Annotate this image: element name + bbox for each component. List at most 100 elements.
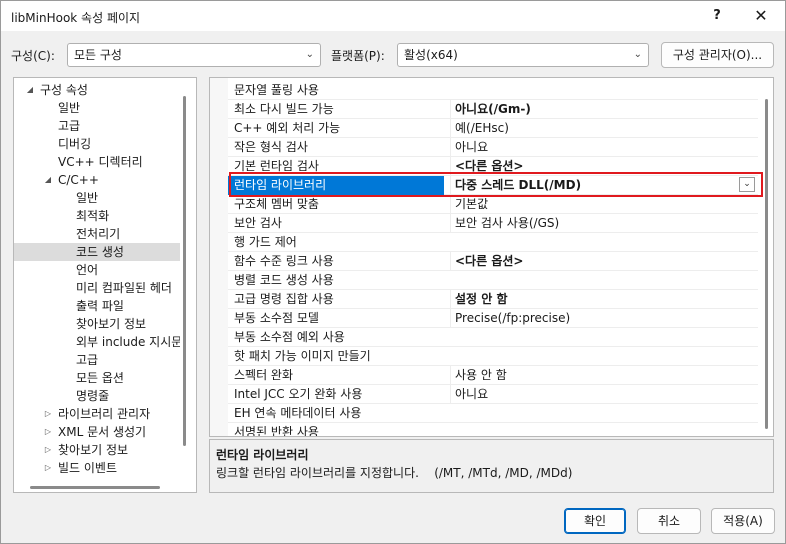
property-name: 구조체 멤버 맞춤 — [234, 197, 319, 211]
tree-item[interactable]: ▷ 빌드 이벤트 — [14, 459, 180, 477]
property-row[interactable]: 병렬 코드 생성 사용 — [228, 271, 758, 290]
property-value[interactable]: 보안 검사 사용(/GS) — [450, 214, 750, 233]
property-value[interactable]: 예(/EHsc) — [450, 119, 750, 138]
property-row[interactable]: 최소 다시 빌드 가능 아니요(/Gm-) — [228, 100, 758, 119]
property-value[interactable]: Precise(/fp:precise) — [450, 309, 750, 328]
tree-item[interactable]: 코드 생성 — [14, 243, 180, 261]
property-grid[interactable]: 문자열 풀링 사용최소 다시 빌드 가능 아니요(/Gm-) C++ 예외 처리 가… — [209, 77, 774, 437]
grid-left-strip — [210, 78, 228, 436]
tree-item[interactable]: 전처리기 — [14, 225, 180, 243]
property-row[interactable]: 서명된 반환 사용 — [228, 423, 758, 437]
tree-item[interactable]: 디버깅 — [14, 135, 180, 153]
property-value[interactable]: 아니요 — [450, 385, 750, 404]
tree-horizontal-scrollbar[interactable] — [30, 486, 160, 489]
tree-item[interactable]: ◢ C/C++ — [14, 171, 180, 189]
property-row[interactable]: 작은 형식 검사 아니요 — [228, 138, 758, 157]
property-name: 최소 다시 빌드 가능 — [234, 102, 334, 116]
tree-item-label: 일반 — [58, 101, 81, 115]
property-row[interactable]: EH 연속 메타데이터 사용 — [228, 404, 758, 423]
tree-item[interactable]: 언어 — [14, 261, 180, 279]
property-value[interactable]: 사용 안 함 — [450, 366, 750, 385]
description-panel: 런타임 라이브러리 링크할 런타임 라이브러리를 지정합니다. (/MT, /M… — [209, 439, 774, 493]
tree-item-label: 구성 속성 — [40, 83, 88, 97]
tree-item[interactable]: 고급 — [14, 117, 180, 135]
tree-item-label: 고급 — [76, 353, 99, 367]
chevron-down-icon[interactable]: ⌄ — [739, 177, 755, 192]
tree-item-label: VC++ 디렉터리 — [58, 155, 143, 169]
property-row[interactable]: 핫 패치 가능 이미지 만들기 — [228, 347, 758, 366]
collapse-arrow-icon[interactable]: ▷ — [42, 423, 54, 441]
platform-combo[interactable]: 활성(x64) ⌄ — [397, 43, 649, 67]
tree-item[interactable]: ▷ 라이브러리 관리자 — [14, 405, 180, 423]
cancel-button[interactable]: 취소 — [637, 508, 701, 534]
property-row[interactable]: 스펙터 완화 사용 안 함 — [228, 366, 758, 385]
property-name: 부동 소수점 모델 — [234, 311, 319, 325]
tree-scroll-thumb[interactable] — [183, 96, 186, 446]
property-value[interactable]: 기본값 — [450, 195, 750, 214]
property-name: 서명된 반환 사용 — [234, 425, 319, 437]
tree-item-label: 출력 파일 — [76, 299, 124, 313]
property-row[interactable]: 보안 검사 보안 검사 사용(/GS) — [228, 214, 758, 233]
tree-item[interactable]: 출력 파일 — [14, 297, 180, 315]
tree-item-label: 찾아보기 정보 — [76, 317, 147, 331]
grid-scroll-thumb[interactable] — [765, 99, 768, 429]
tree-item-label: 라이브러리 관리자 — [58, 407, 151, 421]
tree-vertical-scrollbar[interactable] — [181, 82, 191, 468]
tree-item[interactable]: 찾아보기 정보 — [14, 315, 180, 333]
property-row[interactable]: Intel JCC 오기 완화 사용 아니요 — [228, 385, 758, 404]
property-row[interactable]: 행 가드 제어 — [228, 233, 758, 252]
property-row[interactable]: 부동 소수점 모델 Precise(/fp:precise) — [228, 309, 758, 328]
property-row[interactable]: 부동 소수점 예외 사용 — [228, 328, 758, 347]
tree-item[interactable]: 최적화 — [14, 207, 180, 225]
tree-item-label: 코드 생성 — [76, 245, 124, 259]
property-row[interactable]: 함수 수준 링크 사용 <다른 옵션> — [228, 252, 758, 271]
property-row[interactable]: 문자열 풀링 사용 — [228, 81, 758, 100]
collapse-arrow-icon[interactable]: ▷ — [42, 459, 54, 477]
expand-arrow-icon[interactable]: ◢ — [24, 81, 36, 99]
tree-item-label: 최적화 — [76, 209, 110, 223]
tree-item[interactable]: VC++ 디렉터리 — [14, 153, 180, 171]
config-combo[interactable]: 모든 구성 ⌄ — [67, 43, 321, 67]
tree-item-label: 디버깅 — [58, 137, 92, 151]
tree-item-label: 찾아보기 정보 — [58, 443, 129, 457]
property-row[interactable]: 구조체 멤버 맞춤 기본값 — [228, 195, 758, 214]
property-row[interactable]: 고급 명령 집합 사용 설정 안 함 — [228, 290, 758, 309]
expand-arrow-icon[interactable]: ◢ — [42, 171, 54, 189]
collapse-arrow-icon[interactable]: ▷ — [42, 441, 54, 459]
tree-item[interactable]: 모든 옵션 — [14, 369, 180, 387]
tree-item[interactable]: 일반 — [14, 189, 180, 207]
tree-item-label: C/C++ — [58, 173, 99, 187]
ok-button[interactable]: 확인 — [564, 508, 626, 534]
tree-item[interactable]: ▷ 찾아보기 정보 — [14, 441, 180, 459]
tree-item-label: 전처리기 — [76, 227, 121, 241]
config-manager-button[interactable]: 구성 관리자(O)... — [661, 42, 774, 68]
property-value[interactable]: 아니요(/Gm-) — [450, 100, 750, 119]
tree-item[interactable]: 외부 include 지시문 — [14, 333, 180, 351]
property-value[interactable]: 설정 안 함 — [450, 290, 750, 309]
property-value[interactable]: <다른 옵션> — [450, 252, 750, 271]
close-icon[interactable]: ✕ — [743, 5, 779, 27]
property-tree[interactable]: ◢ 구성 속성 일반 고급 디버깅 VC++ 디렉터리 ◢ C/C++ 일반 최적화 전처리기 코드 … — [13, 77, 197, 493]
tree-item[interactable]: 미리 컴파일된 헤더 — [14, 279, 180, 297]
tree-item[interactable]: 명령줄 — [14, 387, 180, 405]
property-name: EH 연속 메타데이터 사용 — [234, 406, 362, 420]
grid-vertical-scrollbar[interactable] — [763, 81, 771, 433]
tree-item[interactable]: 일반 — [14, 99, 180, 117]
tree-item[interactable]: ▷ XML 문서 생성기 — [14, 423, 180, 441]
property-value[interactable]: 아니요 — [450, 138, 750, 157]
config-label: 구성(C): — [11, 49, 55, 63]
property-row[interactable]: C++ 예외 처리 가능 예(/EHsc) — [228, 119, 758, 138]
property-name: 작은 형식 검사 — [234, 140, 308, 154]
window-title: libMinHook 속성 페이지 — [11, 11, 141, 25]
help-button[interactable]: ? — [701, 5, 733, 27]
tree-item-label: 미리 컴파일된 헤더 — [76, 281, 172, 295]
property-name: 행 가드 제어 — [234, 235, 297, 249]
description-text: 링크할 런타임 라이브러리를 지정합니다. (/MT, /MTd, /MD, /… — [216, 466, 573, 480]
property-name: 스펙터 완화 — [234, 368, 294, 382]
platform-label: 플랫폼(P): — [331, 49, 385, 63]
apply-button[interactable]: 적용(A) — [711, 508, 775, 534]
tree-item[interactable]: ◢ 구성 속성 — [14, 81, 180, 99]
tree-item[interactable]: 고급 — [14, 351, 180, 369]
collapse-arrow-icon[interactable]: ▷ — [42, 405, 54, 423]
chevron-down-icon: ⌄ — [305, 49, 314, 60]
